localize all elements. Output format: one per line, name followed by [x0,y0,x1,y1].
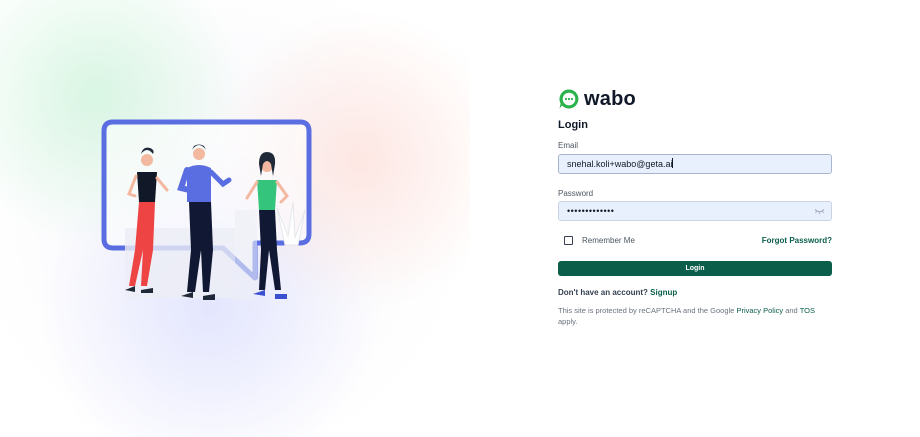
recaptcha-apply: apply. [558,317,578,326]
password-value: ••••••••••••• [567,206,615,216]
privacy-policy-link[interactable]: Privacy Policy [736,306,783,315]
password-label: Password [558,189,594,198]
page-title: Login [558,119,588,131]
remember-me-checkbox[interactable] [564,236,573,245]
signup-prompt-text: Don't have an account? [558,288,648,297]
forgot-password-link[interactable]: Forgot Password? [762,236,832,245]
eye-closed-icon[interactable] [814,207,825,215]
recaptcha-text: This site is protected by reCAPTCHA and … [558,306,735,315]
remember-me: Remember Me [564,236,635,245]
chat-bubble-icon [559,89,579,109]
brand-name: wabo [584,88,636,110]
login-button[interactable]: Login [558,261,832,276]
team-chat-illustration [101,119,312,300]
email-value: snehal.koli+wabo@geta.ai [567,159,673,169]
email-field[interactable]: snehal.koli+wabo@geta.ai [558,154,832,174]
text-caret [672,158,674,168]
recaptcha-notice: This site is protected by reCAPTCHA and … [558,305,832,327]
login-page: wabo Login Email snehal.koli+wabo@geta.a… [0,0,920,437]
password-field[interactable]: ••••••••••••• [558,201,832,221]
recaptcha-and: and [785,306,798,315]
tos-link[interactable]: TOS [800,306,815,315]
remember-me-label: Remember Me [582,236,635,245]
signup-prompt: Don't have an account? Signup [558,288,677,297]
login-panel: wabo Login Email snehal.koli+wabo@geta.a… [558,88,832,326]
signup-link[interactable]: Signup [650,288,677,297]
email-label: Email [558,141,579,150]
brand-logo: wabo [558,88,832,110]
